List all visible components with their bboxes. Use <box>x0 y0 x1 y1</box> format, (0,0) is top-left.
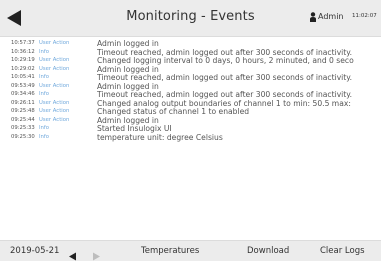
event-time: 09:25:44 <box>11 116 35 123</box>
log-row: 10:29:02 User Action Admin logged in <box>0 65 381 74</box>
event-log: 10:57:37 User Action Admin logged in 10:… <box>0 39 381 219</box>
event-time: 10:29:02 <box>11 65 35 72</box>
event-time: 09:26:11 <box>11 99 35 106</box>
event-time: 10:05:41 <box>11 74 35 80</box>
log-row: 09:25:48 User Action Changed status of c… <box>0 107 381 116</box>
clock: 11:02:07 <box>352 13 377 19</box>
log-row: 10:57:37 User Action Admin logged in <box>0 39 381 48</box>
event-level: Info <box>39 48 50 55</box>
event-level: User Action <box>39 40 70 46</box>
clear-logs-button[interactable]: Clear Logs <box>320 246 365 256</box>
download-button[interactable]: Download <box>247 246 289 256</box>
previous-day-button[interactable] <box>68 246 77 265</box>
event-time: 09:25:33 <box>11 125 35 131</box>
event-level: Info <box>39 133 50 140</box>
log-row: 10:36:12 Info Timeout reached, admin log… <box>0 48 381 57</box>
event-level: User Action <box>39 99 70 106</box>
user-name: Admin <box>318 12 344 21</box>
event-message: temperature unit: degree Celsius <box>97 132 223 142</box>
event-time: 10:36:12 <box>11 48 35 55</box>
log-row: 09:26:11 User Action Changed analog outp… <box>0 99 381 108</box>
log-row: 10:29:19 User Action Changed logging int… <box>0 56 381 65</box>
event-time: 09:25:48 <box>11 108 35 114</box>
current-date: 2019-05-21 <box>10 246 60 256</box>
event-level: User Action <box>39 108 70 114</box>
log-row: 10:05:41 Info Timeout reached, admin log… <box>0 73 381 82</box>
event-level: User Action <box>39 116 70 123</box>
log-row: 09:53:49 User Action Admin logged in <box>0 82 381 91</box>
event-level: Info <box>39 74 50 80</box>
event-level: User Action <box>39 65 70 72</box>
user-icon <box>310 12 316 22</box>
event-time: 09:25:30 <box>11 133 35 140</box>
event-level: Info <box>39 125 50 131</box>
header-bar: Monitoring - Events Admin 11:02:07 <box>0 0 381 37</box>
log-row: 09:25:33 Info Started Insulogix UI <box>0 124 381 133</box>
event-level: Info <box>39 91 50 97</box>
footer-bar: 2019-05-21 Temperatures Download Clear L… <box>0 240 381 261</box>
log-row: 09:25:30 Info temperature unit: degree C… <box>0 133 381 142</box>
event-time: 10:57:37 <box>11 40 35 46</box>
log-row: 09:25:44 User Action Admin logged in <box>0 116 381 125</box>
event-time: 09:53:49 <box>11 82 35 89</box>
temperatures-button[interactable]: Temperatures <box>141 246 199 256</box>
log-row: 09:34:46 Info Timeout reached, admin log… <box>0 90 381 99</box>
next-day-button[interactable] <box>92 246 101 265</box>
event-time: 09:34:46 <box>11 91 35 97</box>
event-time: 10:29:19 <box>11 57 35 63</box>
event-level: User Action <box>39 82 70 89</box>
event-level: User Action <box>39 57 70 63</box>
